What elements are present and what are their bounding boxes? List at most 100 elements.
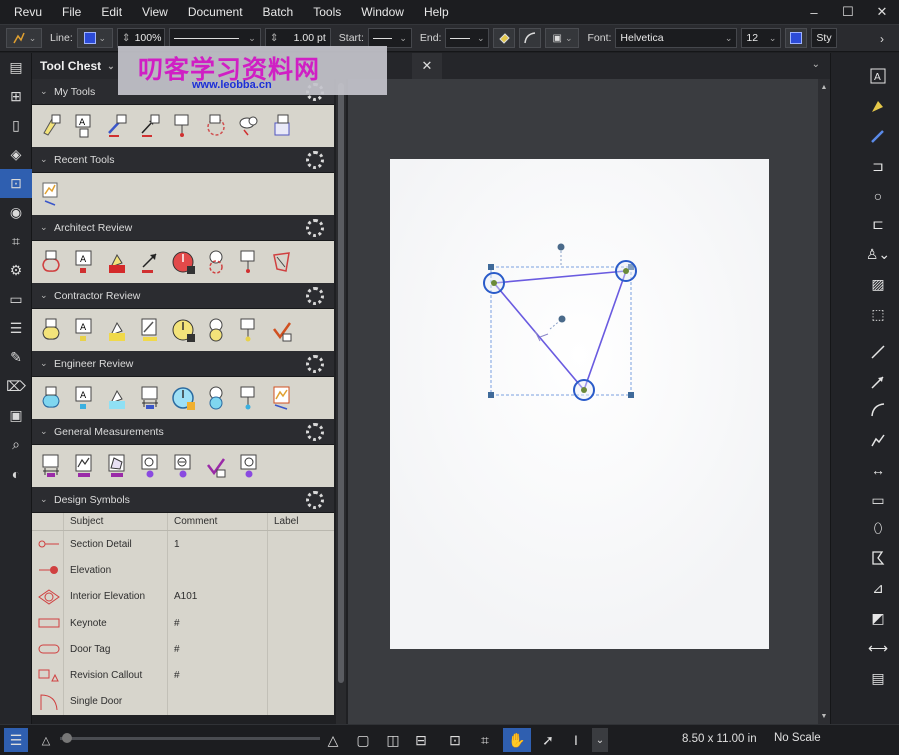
- tool-arch-polygon[interactable]: [271, 249, 293, 275]
- tool-con-check[interactable]: [271, 317, 293, 343]
- scale-readout[interactable]: No Scale: [774, 732, 821, 744]
- layers-tab[interactable]: ◈: [0, 140, 32, 169]
- menu-document[interactable]: Document: [178, 0, 253, 24]
- gear-icon[interactable]: [306, 219, 324, 237]
- canvas-scrollbar[interactable]: ▲ ▼: [818, 79, 830, 724]
- text-color-button[interactable]: [785, 28, 808, 48]
- signatures-tab[interactable]: ✎: [0, 343, 32, 372]
- zoom-out-button[interactable]: △: [38, 728, 54, 752]
- select-text-button[interactable]: I: [565, 728, 587, 752]
- places-tab[interactable]: ◉: [0, 198, 32, 227]
- tool-eng-callout[interactable]: [238, 385, 260, 411]
- tool-count[interactable]: [172, 453, 194, 479]
- snap-button[interactable]: ⌗: [474, 728, 496, 752]
- menu-revu[interactable]: Revu: [0, 0, 52, 24]
- menu-view[interactable]: View: [132, 0, 178, 24]
- tool-polylength[interactable]: [73, 453, 95, 479]
- start-arrow-select[interactable]: ⌄: [367, 28, 412, 48]
- tool-eng-highlight[interactable]: [106, 385, 128, 411]
- cloud-callout-tool[interactable]: ⊏: [867, 213, 889, 235]
- gear-icon[interactable]: [306, 491, 324, 509]
- tool-pen[interactable]: [106, 113, 128, 139]
- line-color-picker[interactable]: ⌄: [76, 28, 113, 48]
- tool-con-cloud2[interactable]: [205, 317, 227, 343]
- dimension-tool[interactable]: ↔: [867, 459, 889, 481]
- tool-arch-cloud[interactable]: [40, 249, 62, 275]
- table-row[interactable]: Elevation: [32, 557, 334, 584]
- tool-callout[interactable]: [172, 113, 194, 139]
- header-comment[interactable]: Comment: [168, 513, 268, 530]
- panel-scrollbar[interactable]: [336, 79, 346, 724]
- tool-con-callout[interactable]: [238, 317, 260, 343]
- selected-polygon-markup[interactable]: [390, 159, 769, 649]
- gear-icon[interactable]: [306, 423, 324, 441]
- pen-tool[interactable]: [867, 125, 889, 147]
- tool-eng-cloud[interactable]: [40, 385, 62, 411]
- length-measure-tool[interactable]: ⊿: [867, 577, 889, 599]
- arc-tool[interactable]: [867, 399, 889, 421]
- properties-tab[interactable]: ⚙: [0, 256, 32, 285]
- crop-tool[interactable]: ⬚: [867, 303, 889, 325]
- section-contractor-review[interactable]: ⌄ Contractor Review: [32, 283, 334, 309]
- scroll-down-icon[interactable]: ▼: [818, 710, 830, 722]
- maximize-button[interactable]: ☐: [831, 0, 865, 24]
- single-page-button[interactable]: ▢: [352, 728, 374, 752]
- table-row[interactable]: Interior Elevation A101: [32, 583, 334, 610]
- tool-arch-callout[interactable]: [238, 249, 260, 275]
- close-button[interactable]: ✕: [865, 0, 899, 24]
- gear-icon[interactable]: [306, 287, 324, 305]
- tool-con-pen[interactable]: [139, 317, 161, 343]
- tool-eng-text[interactable]: A: [73, 385, 95, 411]
- fill-color-button[interactable]: [493, 28, 516, 48]
- tool-eng-polyline[interactable]: [271, 385, 293, 411]
- minimize-button[interactable]: –: [797, 0, 831, 24]
- panel-menu-chevron-icon[interactable]: ⌄: [107, 61, 115, 72]
- rectangle-tool[interactable]: ▭: [867, 489, 889, 511]
- split-horizontal-button[interactable]: ⊟: [410, 728, 432, 752]
- grid-tab[interactable]: ⊞: [0, 82, 32, 111]
- tool-highlight[interactable]: [40, 113, 62, 139]
- pdf-page[interactable]: [390, 159, 769, 649]
- span-measure-tool[interactable]: ⟷: [867, 637, 889, 659]
- gear-icon[interactable]: [306, 355, 324, 373]
- table-row[interactable]: Section Detail 1: [32, 531, 334, 558]
- opacity-field[interactable]: ⇕ 100%: [116, 28, 165, 48]
- measurements-tab[interactable]: ⌗: [0, 227, 32, 256]
- zoom-in-button[interactable]: △: [324, 728, 342, 752]
- select-tool-button[interactable]: ➚: [537, 728, 559, 752]
- table-row[interactable]: Door Tag #: [32, 636, 334, 663]
- curve-button[interactable]: [519, 28, 542, 48]
- menu-help[interactable]: Help: [414, 0, 459, 24]
- close-tab-button[interactable]: ✕: [412, 53, 442, 79]
- tool-volume[interactable]: [139, 453, 161, 479]
- font-select[interactable]: Helvetica ⌄: [615, 28, 738, 48]
- tool-options-dropdown[interactable]: ⌄: [592, 728, 608, 752]
- tool-arrow[interactable]: [139, 113, 161, 139]
- menu-tools[interactable]: Tools: [303, 0, 351, 24]
- gear-icon[interactable]: [306, 151, 324, 169]
- tool-con-measure[interactable]: [172, 317, 195, 343]
- document-canvas[interactable]: [348, 79, 820, 724]
- end-arrow-select[interactable]: ⌄: [445, 28, 490, 48]
- line-tool[interactable]: [867, 341, 889, 363]
- split-vertical-button[interactable]: ◫: [382, 728, 404, 752]
- tool-con-cloud[interactable]: [40, 317, 62, 343]
- arrow-tool[interactable]: [867, 371, 889, 393]
- tool-con-highlight[interactable]: [106, 317, 128, 343]
- menu-batch[interactable]: Batch: [253, 0, 304, 24]
- line-style-select[interactable]: ⌄: [168, 28, 261, 48]
- search-tab[interactable]: ⌕: [0, 430, 32, 459]
- tool-chest-tab[interactable]: ⊡: [0, 169, 32, 198]
- toolbar-overflow-button[interactable]: ›: [873, 29, 891, 49]
- tab-list-chevron-icon[interactable]: ⌄: [812, 59, 820, 70]
- table-row[interactable]: Revision Callout #: [32, 662, 334, 689]
- section-architect-review[interactable]: ⌄ Architect Review: [32, 215, 334, 241]
- section-engineer-review[interactable]: ⌄ Engineer Review: [32, 351, 334, 377]
- tool-rectangle[interactable]: [271, 113, 293, 139]
- tool-arch-cloud2[interactable]: [205, 249, 227, 275]
- ellipse-tool[interactable]: ⬯: [867, 517, 889, 539]
- zoom-slider[interactable]: [60, 733, 320, 743]
- tags-tab[interactable]: ⌦: [0, 372, 32, 401]
- text-box-tool[interactable]: A: [867, 65, 889, 87]
- image-tool[interactable]: ▨: [867, 273, 889, 295]
